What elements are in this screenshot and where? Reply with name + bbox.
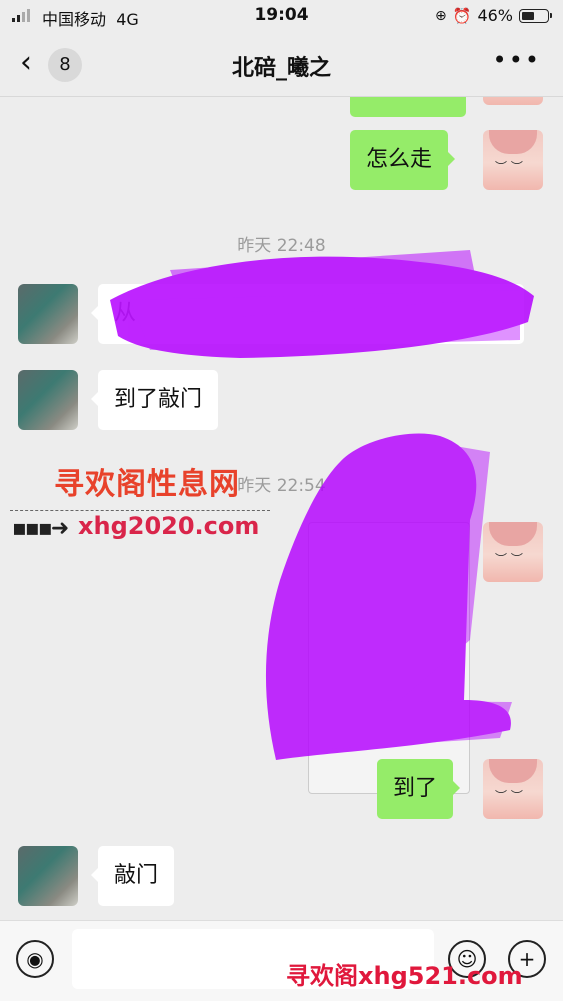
my-avatar[interactable] bbox=[483, 97, 543, 105]
my-avatar[interactable] bbox=[483, 130, 543, 190]
my-avatar[interactable] bbox=[483, 759, 543, 819]
message-bubble[interactable]: 敲门 bbox=[90, 846, 175, 906]
my-avatar[interactable] bbox=[483, 522, 543, 582]
timestamp: 昨天 22:48 bbox=[237, 236, 326, 256]
status-bar: 中国移动 4G 19:04 ⊕ ⏰ 46% bbox=[0, 0, 563, 32]
voice-icon[interactable]: ◉ bbox=[16, 940, 54, 978]
contact-avatar[interactable] bbox=[18, 284, 78, 344]
ellipsis-icon[interactable]: ••• bbox=[493, 46, 541, 74]
arrow-right-icon: ▪▪▪➜ bbox=[12, 516, 69, 541]
message-bubble-redacted[interactable] bbox=[308, 522, 470, 794]
message-bubble[interactable]: 到了敲门 bbox=[90, 370, 219, 430]
battery-icon bbox=[519, 8, 552, 23]
watermark-site-name: 寻欢阁性息网 bbox=[54, 467, 240, 502]
watermark-footer: 寻欢阁xhg521.com bbox=[286, 962, 523, 990]
alarm-icon: ⏰ bbox=[452, 6, 472, 25]
message-bubble[interactable]: 到了 bbox=[377, 759, 461, 819]
contact-avatar[interactable] bbox=[18, 370, 78, 430]
orientation-lock-icon: ⊕ bbox=[435, 7, 447, 24]
chat-header: ‹ 8 北碚_曦之 ••• bbox=[0, 32, 563, 97]
contact-avatar[interactable] bbox=[18, 846, 78, 906]
watermark-url: xhg2020.com bbox=[78, 512, 260, 540]
chat-title: 北碚_曦之 bbox=[231, 56, 331, 81]
message-bubble-redacted[interactable]: 从 bbox=[91, 284, 524, 344]
battery-percent: 46% bbox=[477, 6, 513, 25]
message-bubble[interactable]: 怎么走 bbox=[350, 130, 456, 190]
message-bubble-cutoff[interactable] bbox=[350, 97, 466, 117]
message-list[interactable]: 怎么走 昨天 22:48 从 到了敲门 昨天 22:54 到了 敲门 bbox=[0, 97, 563, 920]
